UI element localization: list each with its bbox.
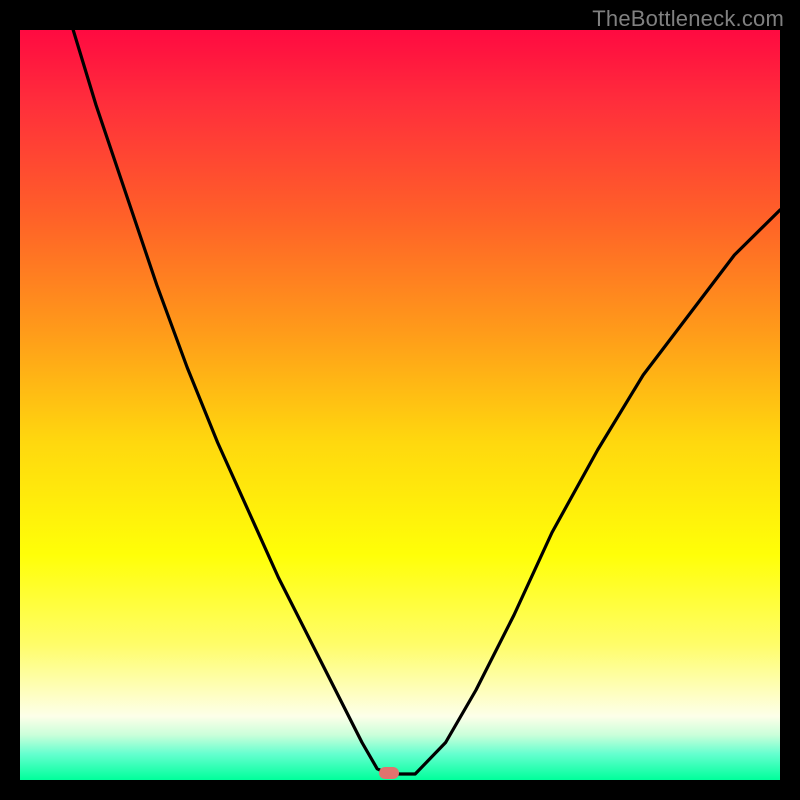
curve-layer <box>20 30 780 780</box>
chart-frame: TheBottleneck.com <box>0 0 800 800</box>
optimal-point-marker <box>379 767 399 779</box>
watermark-text: TheBottleneck.com <box>592 6 784 32</box>
plot-area <box>20 30 780 780</box>
bottleneck-curve <box>73 30 780 774</box>
